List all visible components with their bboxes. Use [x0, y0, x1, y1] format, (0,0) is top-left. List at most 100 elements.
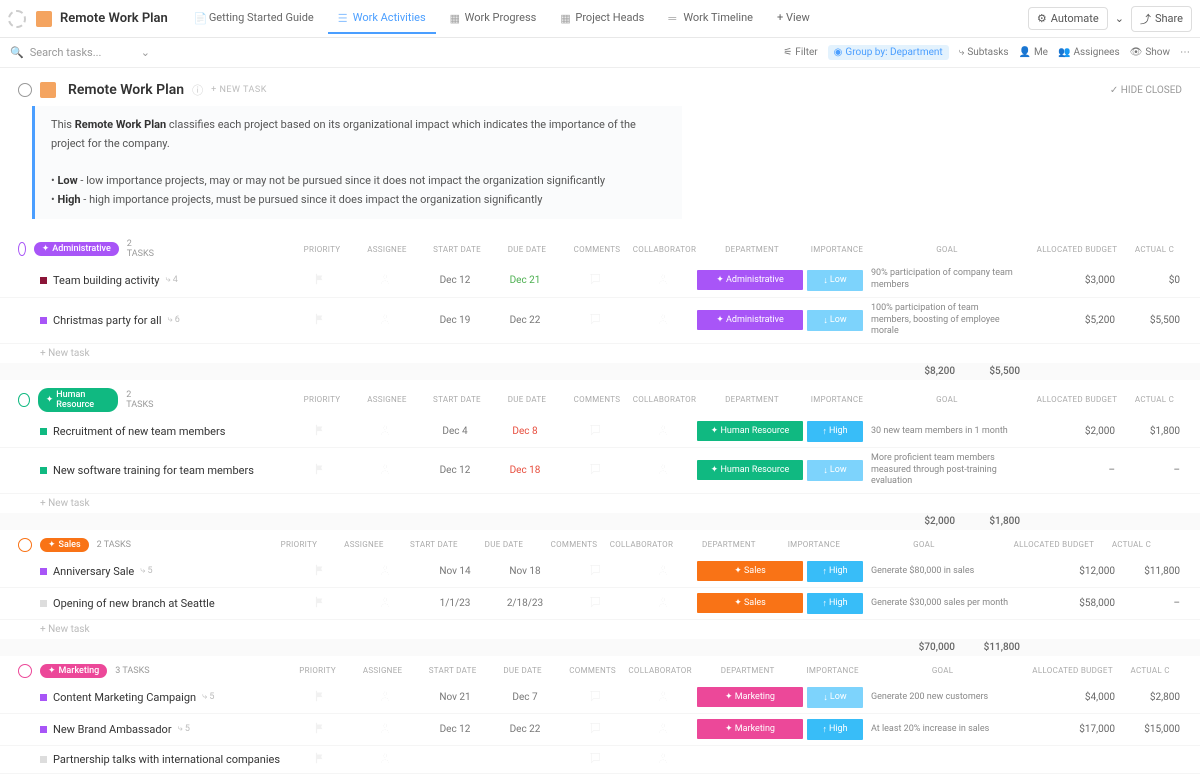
due-date-cell[interactable]: Nov 18: [490, 566, 560, 577]
collaborator-cell[interactable]: [630, 423, 695, 440]
goal-cell[interactable]: At least 20% increase in sales: [865, 724, 1025, 736]
tab-work-timeline[interactable]: ═Work Timeline: [658, 3, 763, 34]
department-cell[interactable]: ✦ Marketing: [695, 719, 805, 739]
actual-cost-cell[interactable]: $1,800: [1125, 426, 1180, 437]
priority-cell[interactable]: [290, 423, 350, 440]
group-collapse-icon[interactable]: [18, 538, 32, 552]
status-dot-icon[interactable]: [40, 694, 47, 701]
collapse-icon[interactable]: [18, 83, 32, 97]
status-dot-icon[interactable]: [40, 600, 47, 607]
importance-cell[interactable]: ↑High: [805, 593, 865, 614]
tab-work-progress[interactable]: ▦Work Progress: [440, 3, 547, 34]
status-dot-icon[interactable]: [40, 756, 47, 763]
group-pill[interactable]: ✦Sales: [40, 538, 89, 552]
importance-cell[interactable]: ↑High: [805, 421, 865, 442]
due-date-cell[interactable]: Dec 8: [490, 426, 560, 437]
tab-work-activities[interactable]: ☰Work Activities: [328, 3, 436, 34]
subtask-count[interactable]: ⤷ 4: [166, 275, 178, 285]
start-date-cell[interactable]: Dec 12: [420, 724, 490, 735]
group-collapse-icon[interactable]: [18, 664, 32, 678]
subtask-count[interactable]: ⤷ 5: [140, 566, 152, 576]
collaborator-cell[interactable]: [630, 751, 695, 768]
task-row[interactable]: New Brand Ambassador⤷ 5 Dec 12 Dec 22 ✦ …: [0, 714, 1200, 746]
priority-cell[interactable]: [290, 272, 350, 289]
show-button[interactable]: 👁Show: [1130, 47, 1170, 58]
priority-cell[interactable]: [290, 563, 350, 580]
assignees-button[interactable]: 👥Assignees: [1058, 47, 1120, 58]
department-cell[interactable]: ✦ Marketing: [695, 687, 805, 707]
goal-cell[interactable]: Generate 200 new customers: [865, 692, 1025, 704]
filter-button[interactable]: ⚟Filter: [783, 47, 817, 58]
start-date-cell[interactable]: Dec 19: [420, 315, 490, 326]
actual-cost-cell[interactable]: $2,800: [1125, 692, 1180, 703]
comments-cell[interactable]: [560, 563, 630, 580]
due-date-cell[interactable]: 2/18/23: [490, 598, 560, 609]
tab-getting-started[interactable]: 📄Getting Started Guide: [184, 3, 324, 34]
task-row[interactable]: Team building activity⤷ 4 Dec 12 Dec 21 …: [0, 263, 1200, 297]
start-date-cell[interactable]: Dec 12: [420, 275, 490, 286]
assignee-cell[interactable]: [350, 689, 420, 706]
department-cell[interactable]: ✦ Human Resource: [695, 421, 805, 441]
start-date-cell[interactable]: Nov 14: [420, 566, 490, 577]
importance-cell[interactable]: ↑High: [805, 561, 865, 582]
comments-cell[interactable]: [560, 751, 630, 768]
importance-cell[interactable]: ↑High: [805, 719, 865, 740]
comments-cell[interactable]: [560, 272, 630, 289]
task-row[interactable]: Content Marketing Campaign⤷ 5 Nov 21 Dec…: [0, 682, 1200, 714]
group-collapse-icon[interactable]: [18, 242, 26, 256]
automate-button[interactable]: ⚙Automate: [1028, 7, 1108, 30]
priority-cell[interactable]: [290, 462, 350, 479]
assignee-cell[interactable]: [350, 563, 420, 580]
search-input[interactable]: 🔍Search tasks...⌄: [10, 46, 150, 59]
new-task-button[interactable]: + New task: [0, 344, 1200, 363]
new-task-button[interactable]: + New task: [0, 494, 1200, 513]
automate-dropdown[interactable]: ⌄: [1112, 8, 1127, 29]
department-cell[interactable]: ✦ Administrative: [695, 310, 805, 330]
goal-cell[interactable]: 100% participation of team members, boos…: [865, 303, 1025, 338]
space-title[interactable]: Remote Work Plan: [60, 11, 168, 26]
comments-cell[interactable]: [560, 423, 630, 440]
priority-cell[interactable]: [290, 721, 350, 738]
department-cell[interactable]: ✦ Human Resource: [695, 460, 805, 480]
status-dot-icon[interactable]: [40, 568, 47, 575]
collaborator-cell[interactable]: [630, 595, 695, 612]
actual-cost-cell[interactable]: $0: [1125, 275, 1180, 286]
collaborator-cell[interactable]: [630, 462, 695, 479]
subtask-count[interactable]: ⤷ 6: [168, 315, 180, 325]
group-pill[interactable]: ✦Marketing: [40, 664, 107, 678]
due-date-cell[interactable]: Dec 7: [490, 692, 560, 703]
actual-cost-cell[interactable]: $11,800: [1125, 566, 1180, 577]
allocated-budget-cell[interactable]: $17,000: [1025, 724, 1125, 735]
group-pill[interactable]: ✦Human Resource: [38, 388, 119, 412]
due-date-cell[interactable]: Dec 22: [490, 315, 560, 326]
assignee-cell[interactable]: [350, 595, 420, 612]
collaborator-cell[interactable]: [630, 721, 695, 738]
importance-cell[interactable]: ↓Low: [805, 687, 865, 708]
department-cell[interactable]: ✦ Sales: [695, 593, 805, 613]
allocated-budget-cell[interactable]: $5,200: [1025, 315, 1125, 326]
task-row[interactable]: New software training for team members D…: [0, 448, 1200, 494]
allocated-budget-cell[interactable]: $2,000: [1025, 426, 1125, 437]
hide-closed-button[interactable]: ✓ HIDE CLOSED: [1110, 85, 1182, 96]
collaborator-cell[interactable]: [630, 563, 695, 580]
task-row[interactable]: Recruitment of new team members Dec 4 De…: [0, 416, 1200, 448]
add-view-button[interactable]: + View: [767, 3, 820, 34]
subtask-count[interactable]: ⤷ 5: [178, 724, 190, 734]
share-button[interactable]: ⤴Share: [1131, 6, 1192, 32]
assignee-cell[interactable]: [350, 312, 420, 329]
assignee-cell[interactable]: [350, 272, 420, 289]
status-dot-icon[interactable]: [40, 277, 47, 284]
goal-cell[interactable]: Generate $30,000 sales per month: [865, 598, 1025, 610]
new-task-header-button[interactable]: + NEW TASK: [211, 85, 267, 95]
comments-cell[interactable]: [560, 595, 630, 612]
status-dot-icon[interactable]: [40, 467, 47, 474]
status-dot-icon[interactable]: [40, 428, 47, 435]
group-collapse-icon[interactable]: [18, 393, 30, 407]
app-logo-icon[interactable]: [8, 10, 26, 28]
actual-cost-cell[interactable]: $5,500: [1125, 315, 1180, 326]
goal-cell[interactable]: More proficient team members measured th…: [865, 453, 1025, 488]
task-row[interactable]: Anniversary Sale⤷ 5 Nov 14 Nov 18 ✦ Sale…: [0, 556, 1200, 588]
priority-cell[interactable]: [290, 689, 350, 706]
allocated-budget-cell[interactable]: $4,000: [1025, 692, 1125, 703]
importance-cell[interactable]: ↓Low: [805, 310, 865, 331]
